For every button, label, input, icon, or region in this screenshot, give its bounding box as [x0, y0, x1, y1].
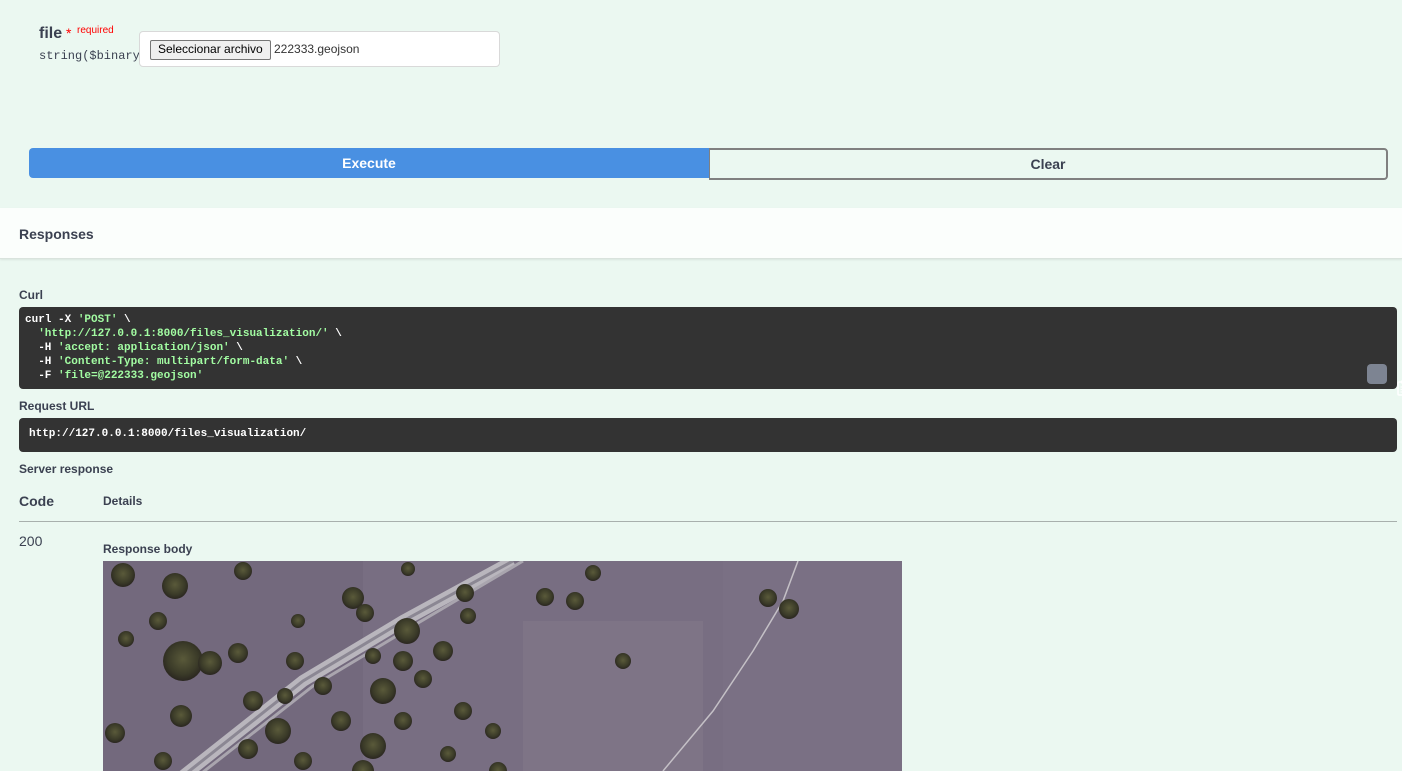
request-url-block[interactable]: http://127.0.0.1:8000/files_visualizatio…: [19, 418, 1397, 452]
choose-file-button[interactable]: Seleccionar archivo: [150, 40, 271, 60]
parameter-name: file: [39, 25, 63, 42]
curl-flag: -F: [38, 370, 59, 382]
response-satellite-image: [103, 561, 902, 771]
file-input[interactable]: Seleccionar archivo 222333.geojson: [139, 31, 500, 67]
copy-to-clipboard-icon[interactable]: [1367, 364, 1402, 396]
server-response-label: Server response: [19, 462, 114, 476]
parameter-type: string($binary): [39, 49, 148, 63]
curl-continuation: \: [289, 356, 303, 368]
curl-flag: -H: [38, 342, 59, 354]
curl-method: 'POST': [77, 314, 118, 326]
clear-button[interactable]: Clear: [709, 148, 1388, 180]
curl-code-block[interactable]: curl -X 'POST' \ 'http://127.0.0.1:8000/…: [19, 307, 1402, 396]
responses-title: Responses: [19, 226, 94, 242]
table-header-divider: [19, 521, 1397, 522]
required-asterisk: *: [66, 25, 72, 41]
curl-flag: -H: [38, 356, 59, 368]
request-url-label: Request URL: [19, 399, 95, 413]
code-column-header: Code: [19, 493, 54, 509]
status-code: 200: [19, 533, 43, 549]
curl-continuation: \: [229, 342, 243, 354]
request-url-value: http://127.0.0.1:8000/files_visualizatio…: [29, 428, 307, 440]
curl-continuation: \: [328, 328, 342, 340]
response-body-label: Response body: [103, 542, 193, 556]
required-label: required: [77, 25, 114, 36]
selected-file-name: 222333.geojson: [274, 42, 360, 56]
curl-file-field: 'file=@222333.geojson': [58, 370, 204, 382]
curl-url: 'http://127.0.0.1:8000/files_visualizati…: [38, 328, 329, 340]
responses-header: Responses: [0, 208, 1402, 259]
curl-label: Curl: [19, 288, 43, 302]
curl-cmd: curl -X: [25, 314, 78, 326]
curl-accept-header: 'accept: application/json': [58, 342, 230, 354]
curl-continuation: \: [117, 314, 131, 326]
execute-button[interactable]: Execute: [29, 148, 709, 178]
details-column-header: Details: [103, 494, 143, 508]
curl-content-type-header: 'Content-Type: multipart/form-data': [58, 356, 290, 368]
